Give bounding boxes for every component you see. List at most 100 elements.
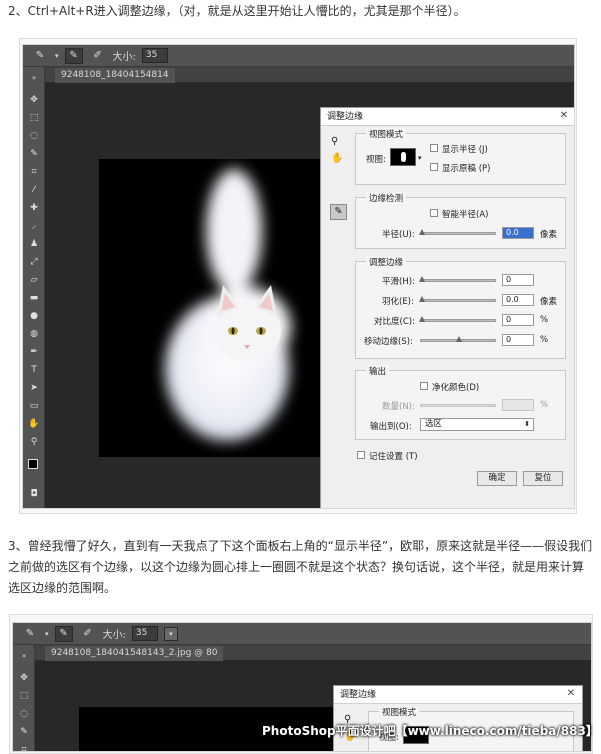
contrast-label: 对比度(C):	[374, 317, 415, 327]
collapse-icon[interactable]: »	[26, 71, 42, 85]
eyedropper-tool-icon[interactable]: ⁄	[26, 183, 42, 197]
select-arrow-icon: ⬍	[524, 420, 530, 428]
options-bar: ✎ ▾ ✎ ✐ 大小: 35	[23, 45, 574, 67]
options-bar: ✎ ▾ ✎ ✐ 大小: 35 ▾	[13, 623, 591, 645]
photoshop-screenshot-1: ✎ ▾ ✎ ✐ 大小: 35 9248108_18404154814 » ✥ ⬚…	[22, 44, 575, 509]
blur-tool-icon[interactable]: ●	[26, 309, 42, 323]
output-to-select[interactable]: 选区 ⬍	[420, 418, 534, 431]
refine-radius-icon[interactable]: ✎	[330, 204, 347, 220]
feather-slider[interactable]	[419, 296, 496, 302]
refine-radius-tool-icon[interactable]: ✎	[64, 47, 83, 64]
radius-input[interactable]: 0.0	[502, 227, 534, 239]
document-image	[99, 159, 329, 457]
shape-tool-icon[interactable]: ▭	[26, 399, 42, 413]
dodge-tool-icon[interactable]: ◍	[26, 327, 42, 341]
zoom-tool-icon[interactable]: ⚲	[26, 435, 42, 449]
brush-tool-icon[interactable]: ✎	[31, 48, 49, 64]
edge-detection-title: 边缘检测	[366, 192, 407, 204]
watermark: PhotoShop平面设计吧【www.lineco.com/tieba/883】	[262, 724, 598, 738]
crop-tool-icon[interactable]: ⌗	[16, 743, 32, 751]
history-brush-icon[interactable]: ⤢	[26, 255, 42, 269]
reset-button[interactable]: 复位	[523, 471, 563, 486]
decontaminate-checkbox[interactable]	[420, 382, 428, 390]
shift-edge-input[interactable]: 0	[502, 334, 534, 346]
dropdown-arrow-icon[interactable]: ▾	[45, 630, 49, 638]
foreground-color-swatch[interactable]	[28, 459, 38, 469]
amount-input	[502, 399, 534, 411]
marquee-tool-icon[interactable]: ⬚	[26, 111, 42, 125]
stamp-tool-icon[interactable]: ♟	[26, 237, 42, 251]
amount-label: 数量(N):	[382, 402, 415, 412]
quick-select-tool-icon[interactable]: ✎	[16, 725, 32, 739]
move-tool-icon[interactable]: ✥	[16, 671, 32, 685]
marquee-tool-icon[interactable]: ⬚	[16, 689, 32, 703]
erase-refinements-tool-icon[interactable]: ✐	[89, 48, 107, 64]
hand-icon[interactable]: ✋	[331, 153, 343, 164]
dropdown-arrow-icon[interactable]: ▾	[55, 52, 59, 60]
move-tool-icon[interactable]: ✥	[26, 93, 42, 107]
amount-slider	[420, 404, 496, 407]
size-label: 大小:	[112, 52, 136, 63]
dialog-title: 调整边缘	[334, 686, 582, 704]
show-radius-checkbox[interactable]	[430, 144, 438, 152]
crop-tool-icon[interactable]: ⌗	[26, 165, 42, 179]
size-input[interactable]: 35	[141, 48, 168, 63]
view-thumbnail[interactable]	[390, 148, 416, 166]
contrast-unit: %	[540, 315, 549, 325]
show-original-checkbox[interactable]	[430, 163, 438, 171]
step2-paragraph: 2、Ctrl+Alt+R进入调整边缘，（对，就是从这里开始让人懵比的，尤其是那个…	[8, 4, 466, 18]
gradient-tool-icon[interactable]: ▬	[26, 291, 42, 305]
smart-radius-label: 智能半径(A)	[442, 210, 489, 220]
brush-tool-icon[interactable]: ✎	[21, 626, 39, 642]
lasso-tool-icon[interactable]: ◌	[16, 707, 32, 721]
feather-unit: 像素	[540, 297, 558, 307]
close-icon[interactable]: ✕	[560, 110, 568, 121]
size-input[interactable]: 35	[131, 626, 158, 641]
ok-button[interactable]: 确定	[477, 471, 517, 486]
edge-detection-group: 边缘检测 智能半径(A) 半径(U): 0.0 像素	[355, 192, 566, 249]
refine-edge-dialog: 调整边缘 ✕ ⚲ ✋ 视图模式 视图:	[333, 685, 583, 751]
quick-select-tool-icon[interactable]: ✎	[26, 147, 42, 161]
eraser-tool-icon[interactable]: ▱	[26, 273, 42, 287]
healing-tool-icon[interactable]: ✚	[26, 201, 42, 215]
show-original-label: 显示原稿 (P)	[442, 164, 491, 174]
smooth-slider[interactable]	[419, 276, 496, 282]
contrast-input[interactable]: 0	[502, 314, 534, 326]
adjust-edge-group: 调整边缘 平滑(H): 0 羽化(E): 0.0 像素 对比度(C): 0 % …	[355, 256, 566, 359]
adjust-edge-title: 调整边缘	[366, 256, 407, 268]
refine-radius-tool-icon[interactable]: ✎	[54, 625, 73, 642]
pen-tool-icon[interactable]: ✒	[26, 345, 42, 359]
document-tab[interactable]: 9248108_18404154814	[55, 68, 175, 83]
quick-mask-icon[interactable]: ◘	[26, 487, 42, 501]
smooth-input[interactable]: 0	[502, 274, 534, 286]
radius-unit: 像素	[540, 230, 558, 240]
toolbox: » ✥ ⬚ ◌ ✎ ⌗ ⁄ ✚ ⸝ ♟ ⤢ ▱ ▬ ● ◍ ✒ T ➤ ▭ ✋ …	[23, 67, 45, 508]
view-dropdown-icon[interactable]: ▾	[418, 154, 422, 162]
output-to-label: 输出到(O):	[370, 422, 412, 432]
collapse-icon[interactable]: »	[16, 649, 32, 663]
smooth-label: 平滑(H):	[382, 277, 415, 287]
shift-edge-slider[interactable]	[420, 336, 496, 342]
toolbox: » ✥ ⬚ ◌ ✎ ⌗	[13, 645, 35, 751]
radius-slider[interactable]	[419, 229, 496, 235]
close-icon[interactable]: ✕	[567, 688, 575, 699]
brush-tool-icon[interactable]: ⸝	[26, 219, 42, 233]
lasso-tool-icon[interactable]: ◌	[26, 129, 42, 143]
view-label: 视图:	[366, 155, 386, 165]
type-tool-icon[interactable]: T	[26, 363, 42, 377]
shift-edge-label: 移动边缘(S):	[364, 337, 413, 347]
hand-tool-icon[interactable]: ✋	[26, 417, 42, 431]
remember-settings-checkbox[interactable]	[357, 451, 365, 459]
document-tab[interactable]: 9248108_184041548143_2.jpg @ 80	[45, 646, 224, 661]
view-mode-title: 视图模式	[366, 128, 407, 140]
contrast-slider[interactable]	[419, 316, 496, 322]
decontaminate-label: 净化颜色(D)	[432, 383, 480, 393]
size-dropdown-icon[interactable]: ▾	[163, 626, 178, 641]
cat-image	[165, 169, 291, 441]
smart-radius-checkbox[interactable]	[430, 209, 438, 217]
feather-input[interactable]: 0.0	[502, 294, 534, 306]
erase-refinements-tool-icon[interactable]: ✐	[79, 626, 97, 642]
zoom-icon[interactable]: ⚲	[331, 136, 338, 147]
radius-label: 半径(U):	[382, 230, 415, 240]
path-select-icon[interactable]: ➤	[26, 381, 42, 395]
